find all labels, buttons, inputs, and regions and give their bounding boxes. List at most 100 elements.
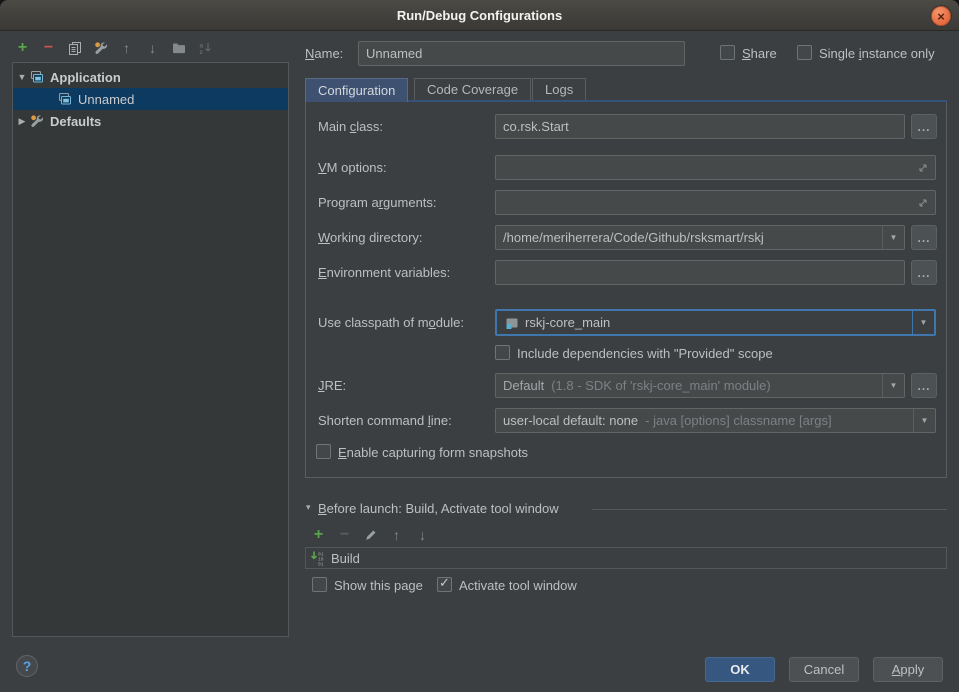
cancel-button-label: Cancel — [804, 662, 844, 677]
working-directory-combobox[interactable]: /home/meriherrera/Code/Github/rsksmart/r… — [495, 225, 905, 250]
include-provided-label: Include dependencies with "Provided" sco… — [517, 346, 773, 361]
section-separator — [592, 509, 947, 510]
shorten-command-line-combobox[interactable]: user-local default: none - java [options… — [495, 408, 936, 433]
chevron-down-icon: ▼ — [921, 416, 929, 425]
tree-item-label: Defaults — [50, 114, 101, 129]
dropdown-button[interactable]: ▼ — [882, 226, 904, 249]
pencil-icon — [364, 528, 378, 542]
program-arguments-label: Program arguments: — [318, 195, 437, 210]
move-task-up-button[interactable]: ↑ — [388, 526, 405, 543]
environment-variables-browse-button[interactable]: ... — [911, 260, 937, 285]
show-this-page-checkbox[interactable] — [312, 577, 327, 592]
configurations-toolbar: + − ↑ ↓ az — [14, 39, 213, 56]
tab-logs[interactable]: Logs — [532, 78, 586, 100]
ok-button[interactable]: OK — [705, 657, 775, 682]
working-directory-browse-button[interactable]: ... — [911, 225, 937, 250]
shorten-hint: - java [options] classname [args] — [645, 413, 831, 428]
tab-label: Logs — [545, 82, 573, 97]
main-class-browse-button[interactable]: ... — [911, 114, 937, 139]
tree-item-label: Unnamed — [78, 92, 134, 107]
svg-text:z: z — [199, 49, 203, 56]
main-class-input[interactable] — [495, 114, 905, 139]
program-arguments-input[interactable] — [495, 190, 936, 215]
window-title: Run/Debug Configurations — [397, 8, 562, 23]
section-collapse-icon[interactable]: ▾ — [306, 502, 311, 513]
arrow-up-icon: ↑ — [393, 528, 400, 542]
collapsed-twisty-icon[interactable]: ▶ — [15, 116, 29, 127]
apply-button-label: Apply — [892, 662, 925, 677]
ellipsis-icon: ... — [917, 231, 930, 245]
tab-code-coverage[interactable]: Code Coverage — [414, 78, 531, 100]
tree-item-application[interactable]: ▼ Application — [13, 66, 288, 88]
expanded-twisty-icon[interactable]: ▼ — [15, 72, 29, 82]
apply-button[interactable]: Apply — [873, 657, 943, 682]
tab-label: Configuration — [318, 83, 395, 98]
before-launch-task-build[interactable]: 01 10 01 Build — [305, 547, 947, 569]
activate-tool-window-label: Activate tool window — [459, 578, 577, 593]
create-folder-button[interactable] — [170, 39, 187, 56]
remove-task-button[interactable]: − — [336, 526, 353, 543]
tree-item-label: Application — [50, 70, 121, 85]
help-button[interactable]: ? — [16, 655, 38, 677]
close-icon: × — [937, 10, 945, 23]
move-up-button[interactable]: ↑ — [118, 39, 135, 56]
add-task-button[interactable]: + — [310, 526, 327, 543]
close-button[interactable]: × — [930, 5, 952, 27]
tab-label: Code Coverage — [427, 82, 518, 97]
question-mark-icon: ? — [23, 658, 32, 674]
module-name: rskj-core_main — [525, 315, 610, 330]
run-debug-configurations-dialog: Run/Debug Configurations × + − ↑ ↓ az ▼ … — [0, 0, 959, 692]
form-snapshots-checkbox[interactable] — [316, 444, 331, 459]
cancel-button[interactable]: Cancel — [789, 657, 859, 682]
ok-button-label: OK — [730, 662, 750, 677]
task-label: Build — [331, 551, 360, 566]
edit-defaults-button[interactable] — [92, 39, 109, 56]
jre-label: JRE: — [318, 378, 346, 393]
copy-icon — [67, 40, 83, 56]
tab-configuration[interactable]: Configuration — [305, 78, 408, 102]
share-checkbox[interactable] — [720, 45, 735, 60]
folder-icon — [171, 40, 187, 56]
activate-tool-window-checkbox[interactable] — [437, 577, 452, 592]
name-input[interactable] — [358, 41, 685, 66]
defaults-wrench-icon — [29, 113, 45, 129]
dropdown-button[interactable]: ▼ — [912, 311, 934, 334]
copy-configuration-button[interactable] — [66, 39, 83, 56]
tree-item-unnamed[interactable]: Unnamed — [13, 88, 288, 110]
dropdown-button[interactable]: ▼ — [882, 374, 904, 397]
move-task-down-button[interactable]: ↓ — [414, 526, 431, 543]
edit-task-button[interactable] — [362, 526, 379, 543]
single-instance-label: Single instance only — [819, 46, 935, 61]
shorten-command-line-label: Shorten command line: — [318, 413, 452, 428]
use-classpath-label: Use classpath of module: — [318, 315, 464, 330]
remove-configuration-button[interactable]: − — [40, 39, 57, 56]
tree-item-defaults[interactable]: ▶ Defaults — [13, 110, 288, 132]
configurations-tree: ▼ Application Unnamed ▶ Defaults — [12, 62, 289, 637]
use-classpath-combobox[interactable]: rskj-core_main ▼ — [495, 309, 936, 336]
before-launch-header[interactable]: Before launch: Build, Activate tool wind… — [318, 501, 559, 516]
ellipsis-icon: ... — [917, 120, 930, 134]
add-configuration-button[interactable]: + — [14, 39, 31, 56]
arrow-up-icon: ↑ — [123, 41, 130, 55]
expand-field-icon[interactable] — [915, 160, 931, 176]
jre-browse-button[interactable]: ... — [911, 373, 937, 398]
working-directory-value: /home/meriherrera/Code/Github/rsksmart/r… — [496, 230, 771, 245]
arrow-down-icon: ↓ — [419, 528, 426, 542]
include-provided-checkbox[interactable] — [495, 345, 510, 360]
sort-configurations-button[interactable]: az — [196, 39, 213, 56]
main-class-label: Main class: — [318, 119, 383, 134]
dropdown-button[interactable]: ▼ — [913, 409, 935, 432]
expand-field-icon[interactable] — [915, 195, 931, 211]
use-classpath-value: rskj-core_main — [497, 315, 617, 331]
name-label: Name: — [305, 46, 343, 61]
svg-text:01: 01 — [318, 562, 324, 567]
vm-options-input[interactable] — [495, 155, 936, 180]
single-instance-checkbox[interactable] — [797, 45, 812, 60]
jre-combobox[interactable]: Default (1.8 - SDK of 'rskj-core_main' m… — [495, 373, 905, 398]
shorten-value: user-local default: none — [496, 413, 645, 428]
application-icon — [57, 91, 73, 107]
title-bar[interactable]: Run/Debug Configurations × — [0, 0, 959, 31]
share-label: Share — [742, 46, 777, 61]
move-down-button[interactable]: ↓ — [144, 39, 161, 56]
environment-variables-input[interactable] — [495, 260, 905, 285]
